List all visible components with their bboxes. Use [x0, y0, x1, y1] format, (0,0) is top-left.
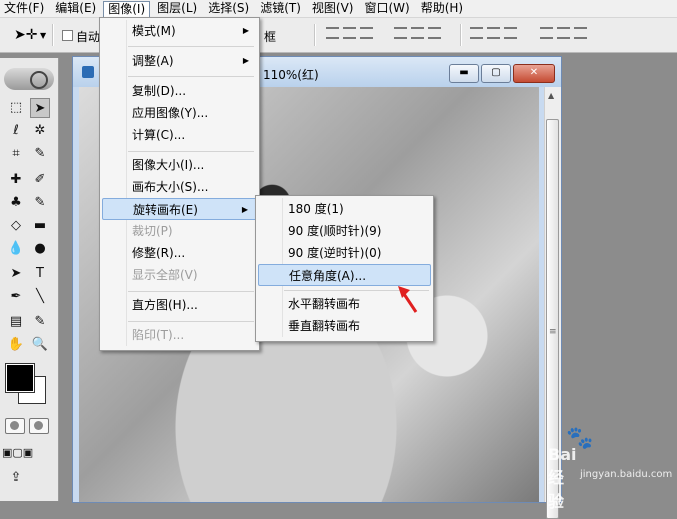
menu-item-rotate-canvas[interactable]: 旋转画布(E) ▶ [102, 198, 257, 220]
menu-item-flip-vertical[interactable]: 垂直翻转画布 [258, 315, 431, 337]
menu-item-mode[interactable]: 模式(M) ▶ [102, 20, 257, 42]
type-tool-icon[interactable]: T [30, 264, 50, 284]
lasso-tool-icon[interactable]: ℓ [6, 121, 26, 141]
submenu-arrow-icon: ▶ [241, 205, 248, 214]
line-tool-icon[interactable]: ╲ [30, 287, 50, 307]
zoom-tool-icon[interactable]: 🔍 [30, 335, 50, 355]
distribute-buttons[interactable] [470, 27, 521, 43]
menu-item-rotate-90-ccw[interactable]: 90 度(逆时针)(0) [258, 242, 431, 264]
menu-item-crop[interactable]: 裁切(P) [102, 220, 257, 242]
menu-file[interactable]: 文件(F) [0, 0, 48, 17]
menu-item-apply-image[interactable]: 应用图像(Y)... [102, 102, 257, 124]
menu-item-duplicate[interactable]: 复制(D)... [102, 80, 257, 102]
path-select-icon[interactable]: ➤ [6, 264, 26, 284]
red-arrow-icon [398, 286, 418, 313]
magic-wand-icon[interactable]: ✲ [30, 121, 50, 141]
menu-separator [128, 151, 254, 152]
toolbar-divider [314, 24, 316, 46]
foreground-color-swatch[interactable] [5, 363, 35, 393]
rotate-canvas-submenu: 180 度(1) 90 度(顺时针)(9) 90 度(逆时针)(0) 任意角度(… [255, 195, 434, 342]
notes-tool-icon[interactable]: ▤ [6, 312, 26, 332]
brush-tool-icon[interactable]: ✐ [30, 170, 50, 190]
menu-item-adjust[interactable]: 调整(A) ▶ [102, 50, 257, 72]
standard-mode-button[interactable] [5, 418, 25, 434]
scroll-up-icon[interactable]: ▲ [548, 91, 554, 100]
menu-item-arbitrary[interactable]: 任意角度(A)... [258, 264, 431, 286]
menu-help[interactable]: 帮助(H) [417, 0, 467, 17]
menu-item-calculations[interactable]: 计算(C)... [102, 124, 257, 146]
watermark-url: jingyan.baidu.com [580, 469, 673, 480]
menu-separator [128, 291, 254, 292]
stamp-tool-icon[interactable]: ♣ [6, 193, 26, 213]
menu-view[interactable]: 视图(V) [308, 0, 358, 17]
eyedropper-slice-icon[interactable]: ✎ [30, 144, 50, 164]
image-menu-dropdown: 模式(M) ▶ 调整(A) ▶ 复制(D)... 应用图像(Y)... 计算(C).… [99, 17, 260, 351]
menu-separator [128, 321, 254, 322]
eraser-tool-icon[interactable]: ◇ [6, 216, 26, 236]
distribute-buttons-2[interactable] [540, 27, 591, 43]
toolbox-logo[interactable] [4, 68, 54, 90]
menu-image[interactable]: 图像(I) [103, 0, 151, 17]
minimize-button[interactable]: ▬ [449, 64, 479, 83]
menu-item-trim[interactable]: 修整(R)... [102, 242, 257, 264]
move-tool-icon[interactable]: ➤✛ [14, 27, 37, 43]
dodge-tool-icon[interactable]: ● [30, 239, 50, 259]
menu-item-trap[interactable]: 陷印(T)... [102, 324, 257, 346]
pen-tool-icon[interactable]: ✒ [6, 287, 26, 307]
menu-layer[interactable]: 图层(L) [153, 0, 201, 17]
hand-tool-icon[interactable]: ✋ [6, 335, 26, 355]
document-title: 110%(红) [263, 68, 319, 82]
menu-item-reveal-all[interactable]: 显示全部(V) [102, 264, 257, 286]
screen-mode-icon[interactable]: ▣▢▣ [2, 443, 33, 463]
menu-separator [128, 76, 254, 77]
menu-item-histogram[interactable]: 直方图(H)... [102, 294, 257, 316]
scroll-grip-icon: ≡ [549, 327, 557, 337]
jump-to-icon[interactable]: ⇪ [6, 468, 26, 488]
menu-item-rotate-180[interactable]: 180 度(1) [258, 198, 431, 220]
toolbar-divider [460, 24, 462, 46]
align-buttons[interactable] [326, 27, 377, 43]
menu-item-image-size[interactable]: 图像大小(I)... [102, 154, 257, 176]
eyedropper-icon[interactable]: ✎ [30, 312, 50, 332]
close-button[interactable]: ✕ [513, 64, 555, 83]
chevron-down-icon[interactable]: ▼ [40, 31, 46, 40]
submenu-arrow-icon: ▶ [242, 56, 249, 65]
healing-brush-icon[interactable]: ✚ [6, 170, 26, 190]
toolbox: ⬚ ➤ ℓ ✲ ⌗ ✎ ✚ ✐ ♣ ✎ ◇ ▬ 💧 ● ➤ T ✒ ╲ ▤ ✎ … [0, 58, 59, 501]
submenu-arrow-icon: ▶ [242, 26, 249, 35]
crop-tool-icon[interactable]: ⌗ [6, 144, 26, 164]
quick-mask-button[interactable] [29, 418, 49, 434]
toolbar-divider [52, 24, 54, 46]
marquee-tool-icon[interactable]: ⬚ [6, 98, 26, 118]
history-brush-icon[interactable]: ✎ [30, 193, 50, 213]
watermark-text: Bai 经验 [548, 445, 577, 511]
align-buttons-2[interactable] [394, 27, 445, 43]
menu-edit[interactable]: 编辑(E) [51, 0, 100, 17]
auto-select-checkbox[interactable] [62, 30, 73, 41]
move-tool-icon[interactable]: ➤ [30, 98, 50, 118]
vertical-scrollbar[interactable]: ▲ ≡ [544, 87, 561, 519]
menu-bar: 文件(F) 编辑(E) 图像(I) 图层(L) 选择(S) 滤镜(T) 视图(V… [0, 0, 677, 18]
show-bounding-box-label: 框 [264, 30, 277, 44]
menu-separator [128, 46, 254, 47]
menu-filter[interactable]: 滤镜(T) [256, 0, 305, 17]
gradient-tool-icon[interactable]: ▬ [30, 216, 50, 236]
menu-select[interactable]: 选择(S) [204, 0, 253, 17]
photoshop-icon [82, 66, 94, 78]
blur-tool-icon[interactable]: 💧 [6, 239, 26, 259]
restore-button[interactable]: ▢ [481, 64, 511, 83]
menu-window[interactable]: 窗口(W) [360, 0, 413, 17]
auto-select-label: 自动 [76, 30, 101, 44]
menu-item-rotate-90-cw[interactable]: 90 度(顺时针)(9) [258, 220, 431, 242]
menu-item-canvas-size[interactable]: 画布大小(S)... [102, 176, 257, 198]
